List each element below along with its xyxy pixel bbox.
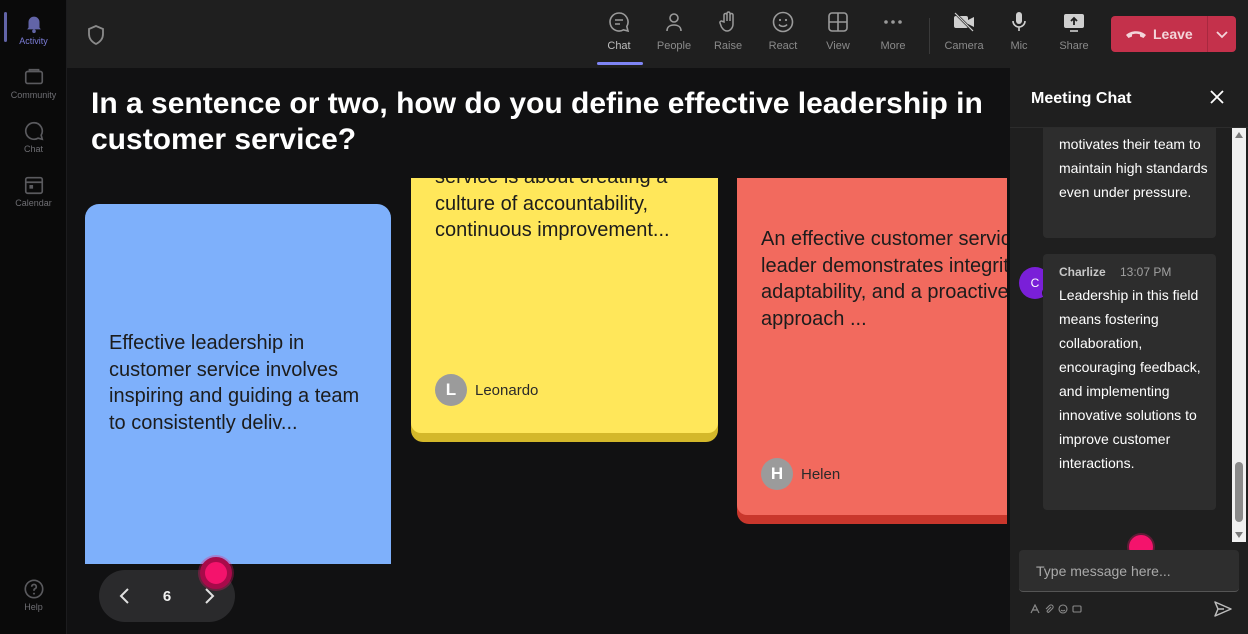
shield-icon[interactable] [87, 25, 105, 45]
rail-label: Activity [19, 36, 48, 46]
view-icon [828, 12, 848, 32]
meeting-toolbar: Chat People Raise React View More Camera… [67, 0, 1248, 68]
avatar: H [761, 458, 793, 490]
message-sender: Charlize [1059, 265, 1106, 279]
tool-label: React [768, 40, 798, 52]
close-icon[interactable] [1208, 88, 1226, 106]
rail-item-calendar[interactable]: Calendar [0, 170, 67, 216]
active-tab-indicator [597, 62, 643, 65]
tool-view[interactable]: View [813, 10, 863, 62]
rail-item-community[interactable]: Community [0, 62, 67, 108]
author-name: Leonardo [475, 382, 539, 399]
chat-header: Meeting Chat [1010, 68, 1248, 128]
chat-message-list[interactable]: motivates their team to maintain high st… [1010, 128, 1232, 542]
chat-bubble-icon [24, 121, 43, 141]
send-icon[interactable] [1213, 599, 1233, 619]
avatar-initial: C [1030, 276, 1040, 290]
react-icon [772, 11, 794, 33]
camera-off-icon [954, 12, 974, 32]
card-text: An effective customer service leader dem… [761, 228, 1007, 330]
chevron-down-icon[interactable] [1213, 24, 1231, 44]
click-indicator [200, 557, 232, 589]
bell-icon [26, 16, 41, 34]
tool-label: Mic [1010, 40, 1028, 52]
response-card[interactable]: Effective leadership in customer service… [85, 204, 391, 564]
tool-chat[interactable]: Chat [594, 10, 644, 62]
message-text: motivates their team to maintain high st… [1059, 136, 1208, 200]
people-icon [666, 13, 682, 32]
help-icon [23, 579, 44, 599]
message-text: Leadership in this field means fostering… [1059, 287, 1201, 471]
toolbar-divider [929, 18, 930, 54]
app-rail: Activity Community Chat Calendar Help [0, 0, 67, 634]
tool-label: Chat [607, 40, 631, 52]
leave-button[interactable]: Leave [1111, 16, 1236, 52]
response-card[interactable]: service is about creating a culture of a… [411, 178, 718, 433]
card-text: Effective leadership in customer service… [109, 332, 360, 434]
scroll-down-arrow[interactable] [1235, 532, 1243, 538]
emoji-icon[interactable] [1058, 604, 1068, 614]
calendar-icon [24, 176, 43, 195]
rail-label: Calendar [15, 198, 52, 208]
tool-people[interactable]: People [649, 10, 699, 62]
rail-label: Help [24, 602, 43, 612]
page-number: 6 [162, 588, 172, 605]
tool-label: Raise [713, 40, 743, 52]
tool-raise[interactable]: Raise [703, 10, 753, 62]
chat-message: motivates their team to maintain high st… [1043, 128, 1216, 238]
message-time: 13:07 PM [1120, 265, 1172, 279]
community-icon [24, 68, 43, 85]
tool-label: Share [1059, 40, 1089, 52]
tool-more[interactable]: More [868, 10, 918, 62]
chat-icon [609, 12, 630, 33]
chat-scrollbar[interactable] [1232, 128, 1246, 542]
more-icon [884, 20, 902, 24]
hang-up-icon [1126, 31, 1146, 38]
rail-label: Community [10, 90, 57, 100]
chevron-left-icon[interactable] [115, 585, 135, 607]
tool-label: People [656, 40, 692, 52]
tool-react[interactable]: React [758, 10, 808, 62]
card-text: service is about creating a culture of a… [435, 178, 670, 241]
tool-label: View [826, 40, 850, 52]
tool-mic[interactable]: Mic [994, 10, 1044, 62]
rail-item-help[interactable]: Help [0, 574, 67, 620]
share-icon [1064, 14, 1084, 32]
format-icon[interactable] [1030, 604, 1040, 614]
gif-icon[interactable] [1072, 604, 1082, 614]
rail-label: Chat [23, 144, 43, 154]
avatar: L [435, 374, 467, 406]
scroll-up-arrow[interactable] [1235, 132, 1243, 138]
tool-share[interactable]: Share [1049, 10, 1099, 62]
meeting-chat-panel: Meeting Chat motivates their team to mai… [1010, 68, 1248, 634]
leave-label: Leave [1153, 26, 1193, 42]
message-input[interactable] [1019, 550, 1239, 592]
message-compose-box[interactable] [1019, 550, 1239, 592]
chat-title: Meeting Chat [1031, 90, 1132, 107]
raise-hand-icon [719, 11, 734, 32]
chat-message: Charlize 13:07 PM Leadership in this fie… [1043, 254, 1216, 510]
whiteboard-stage: In a sentence or two, how do you define … [67, 68, 1010, 634]
question-title: In a sentence or two, how do you define … [91, 87, 983, 156]
leave-divider [1207, 16, 1208, 52]
scroll-thumb[interactable] [1235, 462, 1243, 522]
rail-item-activity[interactable]: Activity [0, 8, 67, 54]
tool-label: Camera [944, 40, 984, 52]
attach-icon[interactable] [1044, 604, 1054, 614]
response-card[interactable]: An effective customer service leader dem… [737, 178, 1007, 515]
rail-item-chat[interactable]: Chat [0, 116, 67, 162]
mic-icon [1012, 12, 1026, 31]
tool-camera[interactable]: Camera [939, 10, 989, 62]
tool-label: More [880, 40, 906, 52]
author-name: Helen [801, 466, 841, 483]
